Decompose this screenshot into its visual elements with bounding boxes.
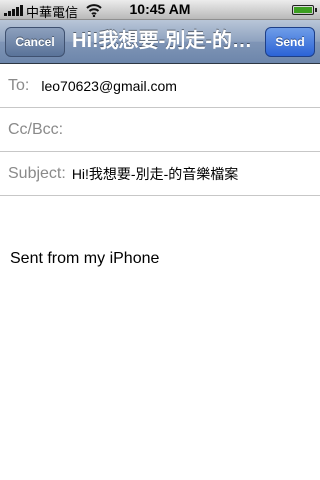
- compose-title: Hi!我想要-別走-的音樂檔案: [72, 30, 258, 52]
- email-signature: Sent from my iPhone: [10, 250, 160, 267]
- subject-field[interactable]: Subject: Hi!我想要-別走-的音樂檔案: [0, 152, 320, 196]
- message-body[interactable]: Sent from my iPhone: [0, 196, 320, 480]
- cc-bcc-label: Cc/Bcc:: [8, 120, 64, 138]
- send-button[interactable]: Send: [265, 27, 315, 57]
- to-field[interactable]: To: leo70623@gmail.com: [0, 64, 320, 108]
- cancel-button[interactable]: Cancel: [5, 27, 65, 57]
- battery-fill: [294, 7, 312, 13]
- subject-value[interactable]: Hi!我想要-別走-的音樂檔案: [72, 164, 238, 184]
- to-label: To:: [8, 76, 30, 94]
- navigation-bar: Cancel Hi!我想要-別走-的音樂檔案 Send: [0, 20, 320, 64]
- subject-label: Subject:: [8, 164, 66, 182]
- battery-icon: [292, 5, 317, 15]
- cc-bcc-field[interactable]: Cc/Bcc:: [0, 108, 320, 152]
- status-bar: 中華電信 10:45 AM: [0, 0, 320, 20]
- status-time: 10:45 AM: [129, 1, 191, 17]
- to-recipient[interactable]: leo70623@gmail.com: [41, 78, 177, 94]
